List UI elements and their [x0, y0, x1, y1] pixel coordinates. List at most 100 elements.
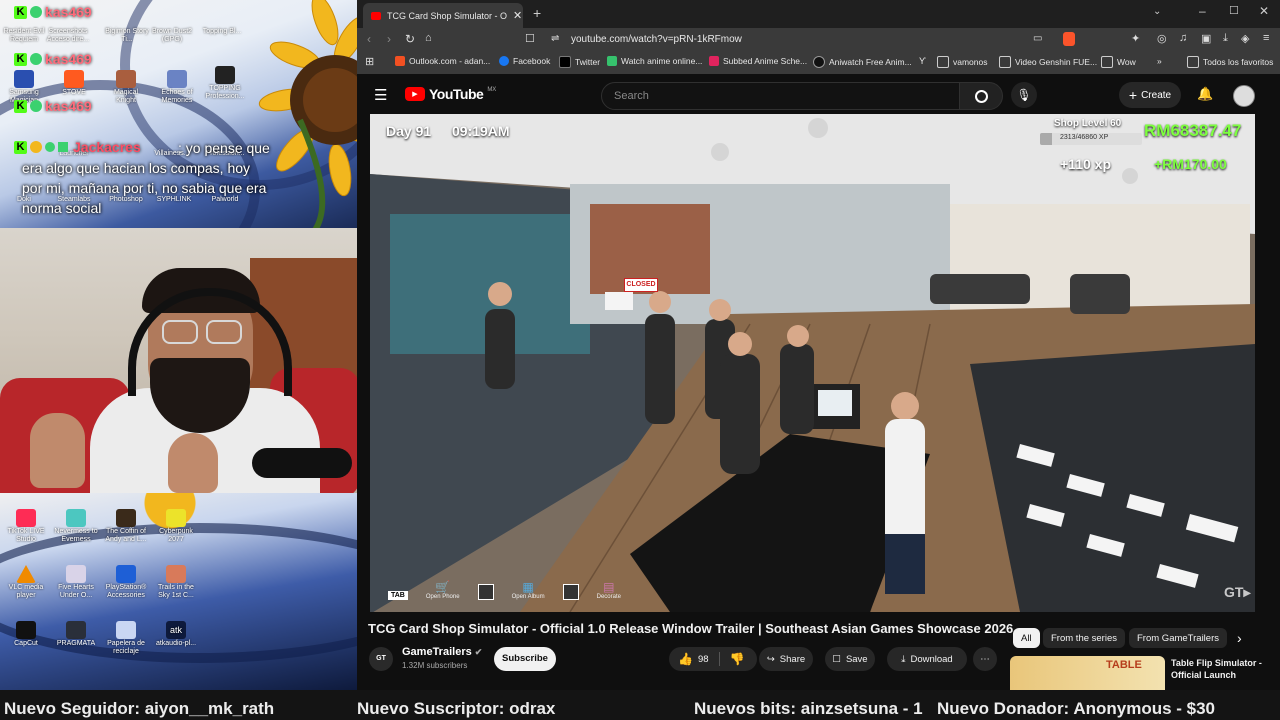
avatar[interactable]	[1233, 85, 1255, 107]
youtube-logo[interactable]: ▶ YouTube MX	[405, 86, 496, 102]
bookmark-item[interactable]: Outlook.com - adan...	[395, 56, 490, 66]
chip-all[interactable]: All	[1013, 628, 1040, 648]
search-box[interactable]: Search	[601, 82, 961, 110]
menu-icon[interactable]: ≡	[1263, 32, 1269, 44]
more-actions-button[interactable]: ⋯	[973, 647, 997, 671]
more-bookmarks-icon[interactable]: »	[1157, 56, 1162, 66]
bookmark-label: Outlook.com - adan...	[409, 56, 491, 66]
bookmark-item[interactable]: Facebook	[499, 56, 550, 66]
channel-avatar[interactable]: GT	[369, 647, 393, 671]
bookmark-item[interactable]: Watch anime online...	[607, 56, 702, 66]
home-icon[interactable]: ⌂	[425, 32, 432, 44]
subscriber-count: 1.32M subscribers	[402, 661, 468, 670]
forward-icon[interactable]: ›	[387, 32, 391, 46]
bookmark-folder[interactable]: Video Genshin FUE...	[999, 56, 1097, 68]
desktop-icon[interactable]: PRAGMATA	[54, 621, 98, 648]
desktop-icon[interactable]: Nevermess to Everness	[54, 509, 98, 544]
desktop-icon[interactable]: Magical Knight	[104, 70, 148, 105]
bookmark-item[interactable]: Twitter	[559, 56, 600, 68]
vpn-icon[interactable]: ◈	[1241, 32, 1249, 45]
cast-icon[interactable]: ▭	[1033, 33, 1042, 44]
bookmark-icon[interactable]: ☐	[525, 32, 535, 45]
close-tab-icon[interactable]: ✕	[513, 9, 522, 22]
desktop-icon[interactable]: atk atkaudio-pl...	[154, 621, 198, 648]
chip-from-series[interactable]: From the series	[1043, 628, 1125, 648]
desktop-icon[interactable]: STOVE	[52, 70, 96, 97]
kick-badge-icon: K	[14, 52, 27, 66]
desktop-icon[interactable]: Brown Dust2 (GPG)	[150, 28, 194, 44]
desktop-icon[interactable]: Screenshots Acceso dire...	[46, 28, 90, 44]
reload-icon[interactable]: ↻	[405, 32, 415, 46]
desktop-icon[interactable]: PlayStation® Accessories	[104, 565, 148, 600]
search-input[interactable]: Search	[614, 90, 649, 102]
hud-button-tab: TAB	[388, 591, 408, 600]
bookmark-item[interactable]: Subbed Anime Sche...	[709, 56, 807, 66]
download-icon[interactable]: ⤓	[1223, 32, 1228, 45]
desktop-icon-label: Resident Evil Requiem	[3, 28, 45, 43]
desktop-icon[interactable]: Echoes of Memories	[155, 70, 199, 105]
music-icon[interactable]: ♫	[1179, 32, 1187, 44]
extensions-icon[interactable]: ✦	[1131, 32, 1140, 45]
site-info-icon[interactable]: ⇌	[551, 33, 559, 44]
extension-icon[interactable]: ◎	[1157, 32, 1167, 45]
app-icon	[166, 565, 186, 583]
hud-label: Open Phone	[425, 594, 460, 600]
desktop-icon-label: PRAGMATA	[56, 640, 96, 647]
share-button[interactable]: ↪ Share	[759, 647, 813, 671]
recommended-thumbnail[interactable]: TABLE	[1010, 656, 1165, 690]
browser-tab[interactable]: TCG Card Shop Simulator - Offic ✕	[363, 3, 523, 28]
facebook-icon	[499, 56, 509, 66]
desktop-icon[interactable]: TOPPING Profession...	[203, 66, 247, 101]
chevron-right-icon[interactable]: ›	[1237, 630, 1242, 646]
back-icon[interactable]: ‹	[367, 32, 371, 46]
notifications-bell-icon[interactable]: 🔔	[1197, 86, 1213, 102]
bookmark-folder[interactable]: Wow	[1101, 56, 1136, 68]
like-button[interactable]: 👍	[678, 652, 693, 666]
new-tab-icon[interactable]: +	[533, 5, 541, 21]
desktop-icon[interactable]: Resident Evil Requiem	[2, 28, 46, 44]
desktop-icon[interactable]: Bigimon Story Ti...	[105, 28, 149, 44]
app-icon	[66, 621, 86, 639]
chip-from-channel[interactable]: From GameTrailers	[1129, 628, 1227, 648]
desktop-icon[interactable]: VLC media player	[4, 565, 48, 600]
voice-search-icon[interactable]: 🎙	[1011, 82, 1037, 108]
channel-name-link[interactable]: GameTrailers ✔	[402, 646, 482, 658]
subscribe-button[interactable]: Subscribe	[494, 647, 556, 671]
decorate-icon: ▤	[603, 580, 615, 594]
desktop-icon[interactable]: Trails in the Sky 1st C...	[154, 565, 198, 600]
thumbnail-text: TABLE	[1106, 659, 1142, 671]
wallet-icon[interactable]: ▣	[1201, 32, 1211, 45]
save-button[interactable]: ☐ Save	[825, 647, 875, 671]
create-label: Create	[1141, 89, 1172, 101]
desktop-icon[interactable]: Five Hearts Under O...	[54, 565, 98, 600]
brave-shield-icon[interactable]	[1063, 32, 1075, 46]
desktop-icon[interactable]: The Coffin of Andy and L...	[104, 509, 148, 544]
desktop-icon[interactable]: Cyberpunk 2077	[154, 509, 198, 544]
recommended-title[interactable]: Table Flip Simulator - Official Launch	[1171, 657, 1276, 681]
desktop-icon[interactable]: Papelera de reciclaje	[104, 621, 148, 656]
tab-title: TCG Card Shop Simulator - Offic	[387, 10, 507, 21]
webcam-feed	[0, 228, 357, 493]
hamburger-menu-icon[interactable]: ☰	[374, 86, 387, 104]
desktop-icon[interactable]: Topping Bl...	[200, 28, 244, 36]
video-player[interactable]: Day 91 09:19AM Shop Level 60 2313/46860 …	[370, 114, 1255, 612]
all-bookmarks-folder[interactable]: Todos los favoritos	[1187, 56, 1273, 68]
desktop-icon[interactable]: TikTok LIVE Studio	[4, 509, 48, 544]
search-button[interactable]	[959, 82, 1003, 110]
close-window-icon[interactable]: ✕	[1259, 4, 1269, 18]
create-button[interactable]: + Create	[1119, 82, 1181, 108]
hud-key-label: TAB	[388, 591, 408, 600]
desktop-icon-label: TOPPING Profession...	[205, 85, 245, 100]
bookmark-folder[interactable]: vamonos	[937, 56, 988, 68]
tab-search-icon[interactable]: ⌄	[1153, 6, 1161, 17]
bookmark-item[interactable]: Aniwatch Free Anim...	[813, 56, 912, 68]
desktop-icon[interactable]: CapCut	[4, 621, 48, 648]
download-button[interactable]: ⤓ Download	[887, 647, 967, 671]
minimize-icon[interactable]: –	[1199, 4, 1206, 18]
dislike-button[interactable]: 👎	[730, 652, 745, 666]
apps-grid-icon[interactable]: ⊞	[365, 55, 374, 68]
url-field[interactable]: youtube.com/watch?v=pRN-1kRFmow	[571, 34, 742, 45]
bookmark-item[interactable]: ϒ	[919, 56, 926, 66]
xp-progress-fill	[1040, 133, 1053, 145]
maximize-icon[interactable]: ☐	[1229, 4, 1239, 17]
